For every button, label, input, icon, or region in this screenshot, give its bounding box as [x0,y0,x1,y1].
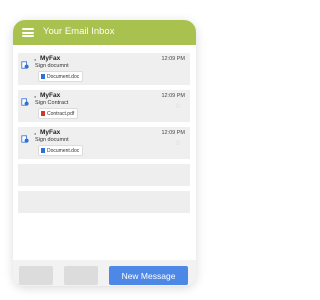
fax-document-icon [21,61,29,69]
attachment-name: Document.doc [47,73,80,80]
email-sender: MyFax [40,92,61,99]
attachment-name: Contract.pdf [47,110,75,117]
email-subject: Sign Contract [35,100,69,106]
app-header: Your Email Inbox [13,20,196,45]
email-item[interactable]: ● MyFax Sign documnt 12:09 PM ☆ Document… [18,127,190,159]
doc-file-icon [41,148,45,153]
email-sender: MyFax [40,55,61,62]
email-subject: Sign documnt [35,137,69,143]
header-title: Your Email Inbox [43,26,115,37]
bottom-toolbar: New Message [13,260,196,286]
fax-document-icon [21,135,29,143]
star-icon[interactable]: ☆ [175,103,181,110]
attachment-chip[interactable]: Contract.pdf [38,108,79,119]
email-item[interactable]: ● MyFax Sign Contract 12:09 PM ☆ Contrac… [18,90,190,122]
doc-file-icon [41,74,45,79]
unread-dot-icon: ● [34,131,37,136]
email-sender: MyFax [40,129,61,136]
new-message-button[interactable]: New Message [109,266,188,285]
empty-email-placeholder [18,191,190,213]
toolbar-placeholder-button[interactable] [64,266,98,285]
email-time: 12:09 PM [161,56,185,62]
hamburger-menu-icon[interactable] [22,28,34,37]
toolbar-placeholder-button[interactable] [19,266,53,285]
attachment-chip[interactable]: Document.doc [38,71,84,82]
inbox-phone-frame: Your Email Inbox ● MyFax Sign documnt 12… [13,20,196,286]
pdf-file-icon [41,111,45,116]
email-time: 12:09 PM [161,93,185,99]
unread-dot-icon: ● [34,94,37,99]
email-item[interactable]: ● MyFax Sign documnt 12:09 PM Document.d… [18,53,190,85]
unread-dot-icon: ● [34,57,37,62]
email-time: 12:09 PM [161,130,185,136]
star-icon[interactable]: ☆ [175,140,181,147]
attachment-name: Document.doc [47,147,80,154]
attachment-chip[interactable]: Document.doc [38,145,84,156]
fax-document-icon [21,98,29,106]
email-list: ● MyFax Sign documnt 12:09 PM Document.d… [18,53,190,218]
email-subject: Sign documnt [35,63,69,69]
empty-email-placeholder [18,164,190,186]
